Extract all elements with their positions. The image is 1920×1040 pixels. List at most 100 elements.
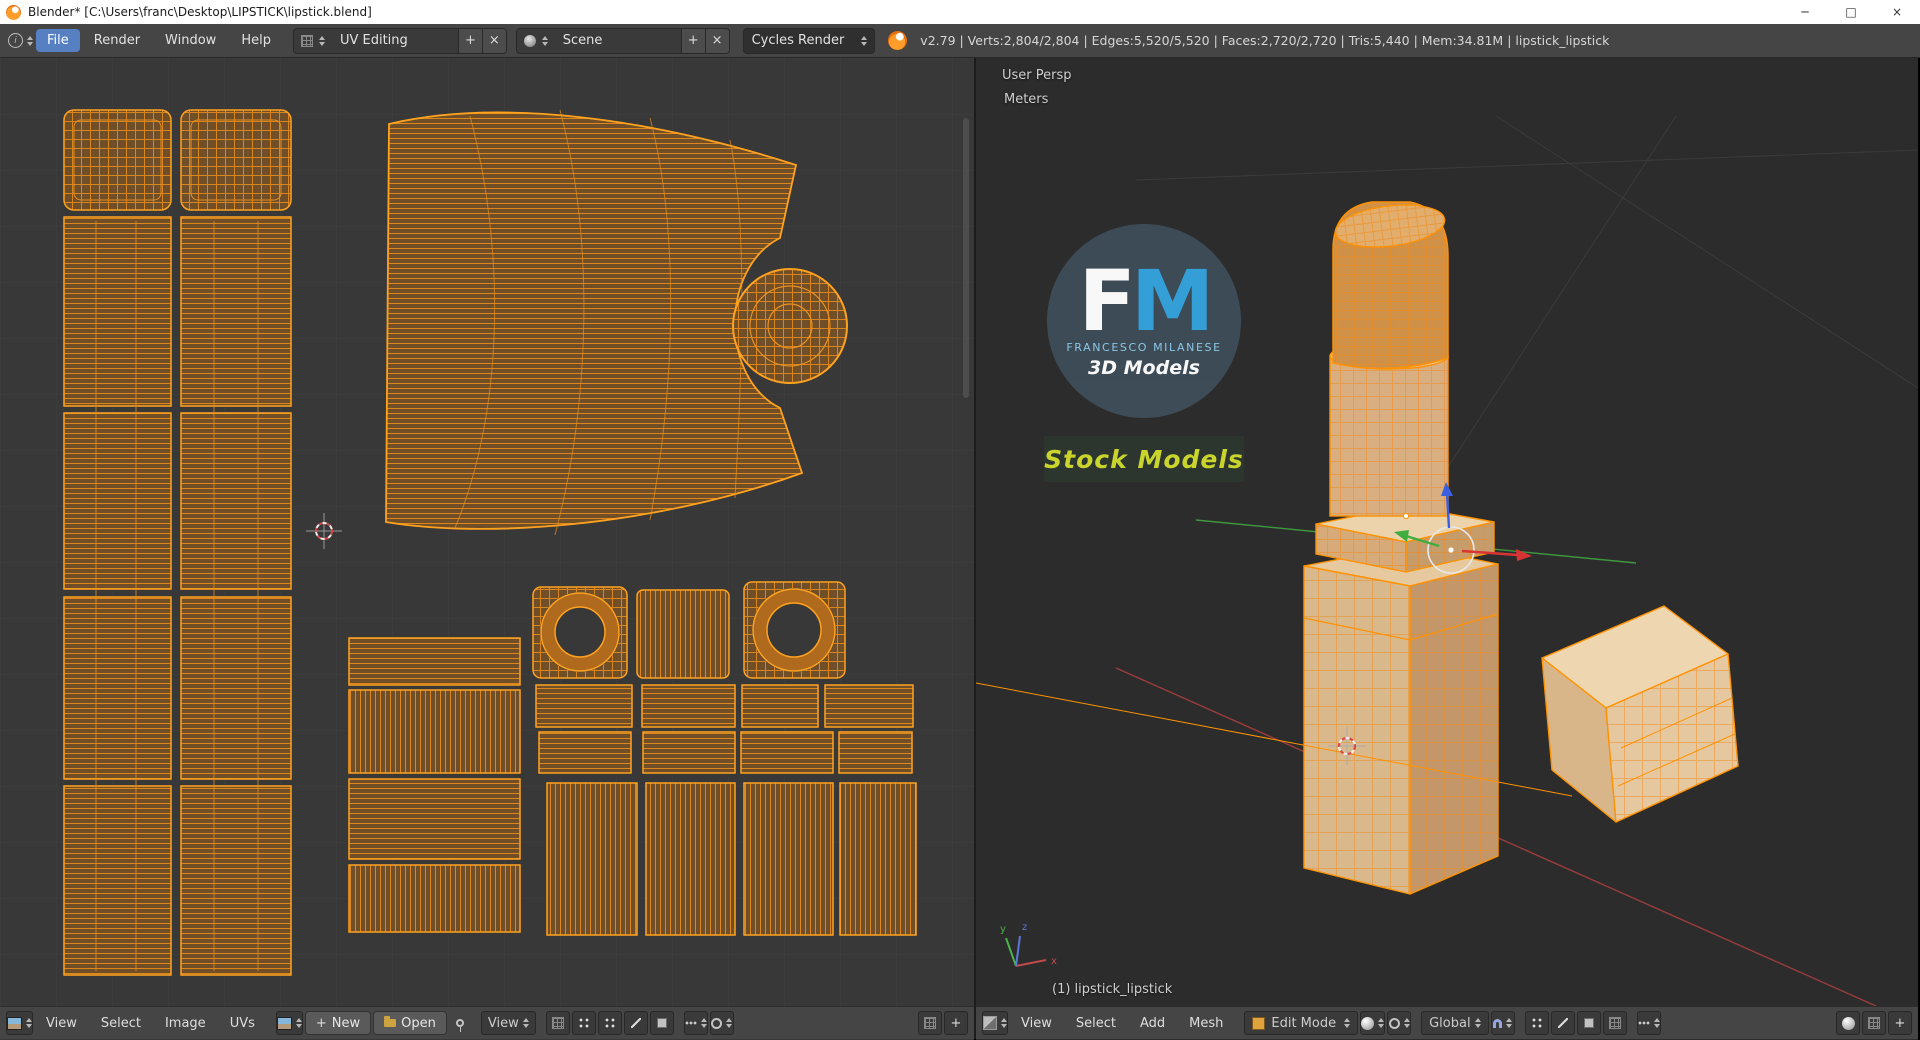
- scene-icon: [523, 34, 536, 47]
- screen-layout-selector: UV Editing + ×: [292, 27, 507, 54]
- scene-selector: Scene + ×: [515, 27, 730, 54]
- maximize-button[interactable]: □: [1828, 0, 1874, 24]
- uv-menu-select[interactable]: Select: [90, 1012, 152, 1035]
- menu-file[interactable]: File: [36, 29, 80, 52]
- uv-menu-uvs[interactable]: UVs: [219, 1012, 266, 1035]
- add-scene-button[interactable]: +: [680, 28, 705, 53]
- add-layout-button[interactable]: +: [457, 28, 482, 53]
- minimize-button[interactable]: ─: [1782, 0, 1828, 24]
- mode-dropdown[interactable]: Edit Mode: [1244, 1011, 1359, 1035]
- svg-text:z: z: [1022, 922, 1027, 933]
- uv-select-mode-edge[interactable]: [623, 1011, 648, 1035]
- window-titlebar: Blender* [C:\Users\franc\Desktop\LIPSTIC…: [0, 0, 1920, 24]
- render-engine-name: Cycles Render: [751, 33, 845, 48]
- menu-help[interactable]: Help: [230, 29, 282, 52]
- image-mode-dropdown[interactable]: View: [480, 1011, 536, 1035]
- image-editor-icon: [7, 1016, 22, 1030]
- view-name-overlay: User Persp: [1002, 68, 1072, 83]
- limit-selection-visible-button[interactable]: [1602, 1011, 1627, 1035]
- proportional-edit-dropdown[interactable]: [683, 1011, 708, 1035]
- blender-version-icon: [888, 31, 908, 50]
- unit-overlay: Meters: [1004, 92, 1049, 107]
- open-image-button[interactable]: Open: [373, 1011, 447, 1035]
- snap-toggle-button[interactable]: [1490, 1011, 1515, 1035]
- occlude-geometry-icon: [1608, 1017, 1621, 1029]
- lipstick-case-body[interactable]: [1303, 545, 1499, 895]
- face-mode-icon: [1583, 1018, 1594, 1028]
- delete-scene-button[interactable]: ×: [704, 28, 729, 53]
- v3d-menu-add[interactable]: Add: [1129, 1012, 1176, 1035]
- viewport-editor-type-button[interactable]: [982, 1011, 1008, 1035]
- blender-logo-icon: [6, 4, 21, 20]
- viewport-shading-dropdown[interactable]: [1360, 1011, 1386, 1035]
- watermark-name: FRANCESCO MILANESE: [1066, 340, 1222, 354]
- uv-island-stack[interactable]: [348, 637, 521, 933]
- screen-layout-dropdown[interactable]: [294, 29, 332, 53]
- v3d-menu-view[interactable]: View: [1010, 1012, 1063, 1035]
- layout-grid-icon: [924, 1017, 936, 1029]
- viewport-3d-canvas[interactable]: x y z: [976, 58, 1918, 1040]
- uv-header-expand-button[interactable]: +: [944, 1011, 968, 1035]
- render-engine-arrows: [852, 29, 874, 53]
- svg-text:y: y: [1000, 924, 1006, 935]
- vertex-mode-icon: [1531, 1018, 1542, 1028]
- uv-editor-header: View Select Image UVs + New Open View +: [0, 1006, 974, 1039]
- proportional-edit-3d-icon: [1637, 1021, 1650, 1025]
- vertex-select-mode-button[interactable]: [1524, 1011, 1549, 1035]
- v3d-menu-mesh[interactable]: Mesh: [1178, 1012, 1234, 1035]
- watermark-stock-label: Stock Models: [1044, 436, 1244, 482]
- v3d-header-expand-button[interactable]: +: [1888, 1011, 1912, 1035]
- uv-render-slot-button[interactable]: [918, 1011, 942, 1035]
- uv-editor-type-button[interactable]: [6, 1011, 33, 1035]
- uv-island-ring-squares[interactable]: [532, 581, 846, 679]
- lipstick-bullet[interactable]: [1332, 199, 1449, 370]
- edge-mode-icon: [1557, 1018, 1568, 1028]
- screen-layout-name[interactable]: UV Editing: [332, 33, 458, 48]
- draw-channel-button[interactable]: [545, 1011, 570, 1035]
- image-datablock-dropdown[interactable]: [275, 1011, 303, 1035]
- uv-select-mode-face[interactable]: [649, 1011, 674, 1035]
- plus-icon: +: [315, 1015, 327, 1031]
- proportional-edit-3d-dropdown[interactable]: [1636, 1011, 1661, 1035]
- uv-sticky-mode-button[interactable]: [571, 1011, 596, 1035]
- folder-icon: [384, 1016, 397, 1027]
- v3d-menu-select[interactable]: Select: [1065, 1012, 1127, 1035]
- uv-select-mode-vertex[interactable]: [597, 1011, 622, 1035]
- viewport-layers-button[interactable]: [1862, 1011, 1886, 1035]
- uv-viewport-canvas[interactable]: [0, 58, 974, 1040]
- watermark-logo: FM FRANCESCO MILANESE 3D Models: [1047, 224, 1241, 418]
- viewport-3d-icon: [983, 1016, 997, 1030]
- uv-editor-area: View Select Image UVs + New Open View +: [0, 58, 976, 1040]
- pin-icon: [455, 1019, 464, 1032]
- watermark-subtitle: 3D Models: [1088, 356, 1200, 379]
- face-select-mode-button[interactable]: [1576, 1011, 1601, 1035]
- scene-dropdown[interactable]: [517, 29, 555, 53]
- menu-render[interactable]: Render: [83, 29, 151, 52]
- transform-orientation-dropdown[interactable]: Global: [1421, 1011, 1489, 1035]
- info-editor-button[interactable]: i: [8, 30, 33, 52]
- scene-name[interactable]: Scene: [555, 33, 681, 48]
- channel-grid-icon: [551, 1017, 564, 1029]
- menu-window[interactable]: Window: [154, 29, 227, 52]
- shading-sphere-icon: [1361, 1016, 1375, 1030]
- image-datablock-icon: [276, 1016, 292, 1030]
- screen-layout-icon: [300, 34, 313, 47]
- pin-image-button[interactable]: [449, 1012, 471, 1034]
- render-engine-selector[interactable]: Cycles Render: [742, 27, 876, 54]
- proportional-edit-icon: [684, 1021, 697, 1025]
- close-button[interactable]: ×: [1874, 0, 1920, 24]
- pivot-center-dropdown[interactable]: [1387, 1011, 1412, 1035]
- new-image-button[interactable]: + New: [304, 1011, 372, 1035]
- uv-menu-view[interactable]: View: [35, 1012, 88, 1035]
- uv-snap-dropdown[interactable]: [709, 1011, 734, 1035]
- delete-layout-button[interactable]: ×: [481, 28, 506, 53]
- edge-select-mode-button[interactable]: [1550, 1011, 1575, 1035]
- uv-scrollbar[interactable]: [963, 118, 969, 398]
- render-preview-button[interactable]: [1836, 1011, 1860, 1035]
- edge-select-icon: [630, 1018, 641, 1028]
- scene-statistics: v2.79 | Verts:2,804/2,804 | Edges:5,520/…: [920, 33, 1610, 48]
- render-preview-icon: [1841, 1016, 1855, 1030]
- uv-island-bottom-rects[interactable]: [546, 782, 917, 936]
- uv-menu-image[interactable]: Image: [154, 1012, 217, 1035]
- uv-island-circle[interactable]: [732, 268, 848, 384]
